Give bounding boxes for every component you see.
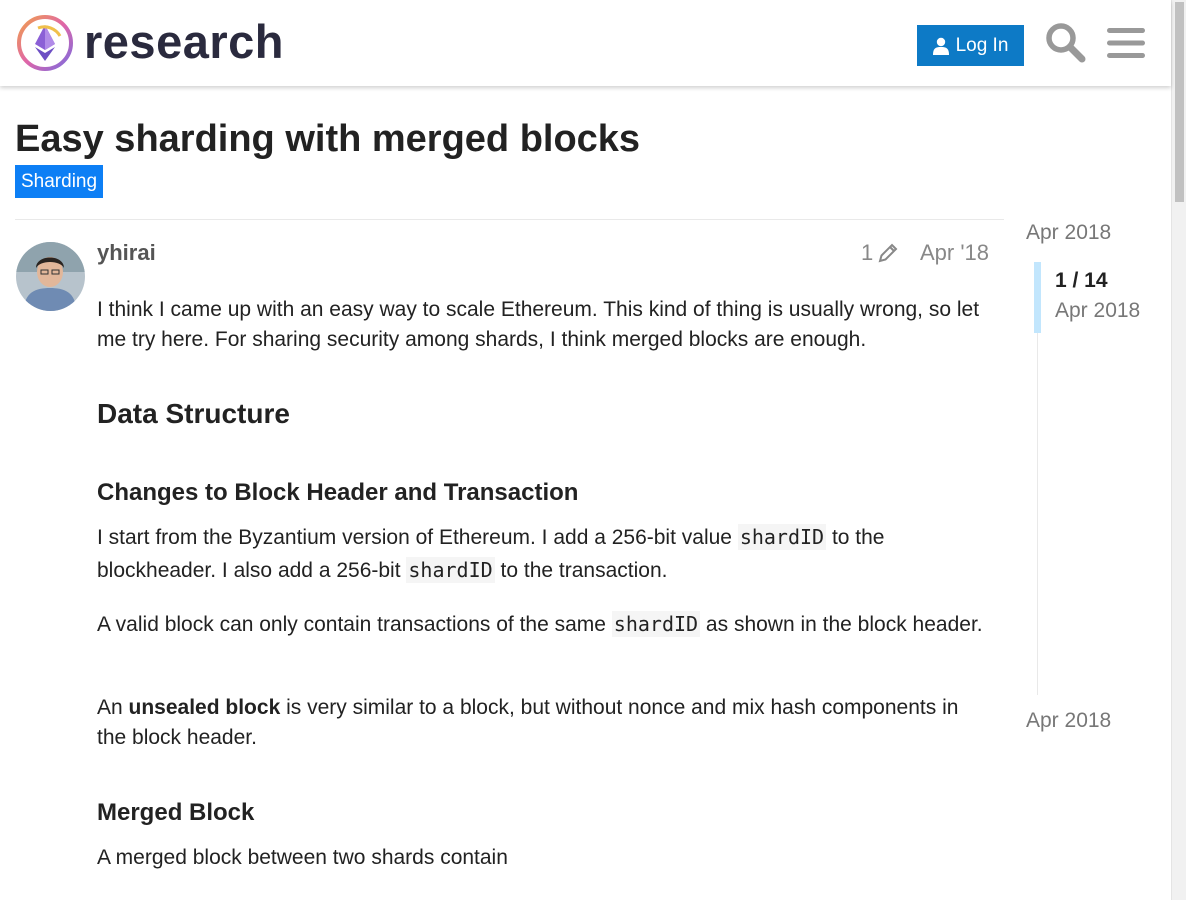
text-span: A valid block can only contain transacti…: [97, 613, 612, 636]
user-avatar-icon: [16, 242, 85, 311]
site-header: research Log In: [0, 0, 1171, 86]
pencil-icon: [878, 243, 898, 263]
inline-code: shardID: [737, 524, 827, 550]
text-span: I start from the Byzantium version of Et…: [97, 526, 738, 549]
post-paragraph: I think I came up with an easy way to sc…: [97, 298, 980, 351]
avatar[interactable]: [16, 242, 85, 311]
topic-title[interactable]: Easy sharding with merged blocks: [15, 118, 640, 161]
text-span: as shown in the block header.: [700, 613, 983, 636]
ethereum-research-logo-icon: [17, 15, 73, 71]
login-label: Log In: [955, 34, 1009, 56]
inline-code: shardID: [611, 611, 701, 637]
title-divider: [15, 219, 1004, 220]
text-span: An: [97, 696, 129, 719]
timeline-handle[interactable]: [1034, 262, 1041, 333]
timeline-position-date: Apr 2018: [1055, 299, 1141, 322]
inline-code: shardID: [406, 557, 495, 583]
timeline-end-date[interactable]: Apr 2018: [1026, 709, 1111, 733]
category-badge[interactable]: Sharding: [15, 165, 104, 198]
site-name: research: [84, 14, 284, 68]
edit-count: 1: [861, 240, 874, 265]
post-paragraph: A valid block can only contain transacti…: [97, 608, 987, 641]
hamburger-menu-icon[interactable]: [1107, 26, 1145, 60]
search-icon[interactable]: [1044, 21, 1086, 63]
post-paragraph: A merged block between two shards contai…: [97, 846, 508, 869]
page-scrollbar[interactable]: [1171, 0, 1186, 900]
heading-data-structure: Data Structure: [97, 398, 290, 429]
login-button[interactable]: Log In: [917, 25, 1024, 66]
post-paragraph: I start from the Byzantium version of Et…: [97, 521, 987, 587]
heading-changes: Changes to Block Header and Transaction: [97, 479, 579, 506]
post-date[interactable]: Apr '18: [920, 240, 989, 266]
post-paragraph: An unsealed block is very similar to a b…: [97, 693, 987, 753]
timeline-position[interactable]: 1 / 14: [1055, 269, 1108, 293]
text-span: to the transaction.: [494, 559, 668, 582]
bold-term: unsealed block: [128, 696, 281, 719]
heading-merged-block: Merged Block: [97, 799, 255, 826]
scrollbar-thumb[interactable]: [1175, 2, 1184, 202]
site-logo[interactable]: research: [16, 14, 284, 72]
timeline-start-date[interactable]: Apr 2018: [1026, 221, 1111, 245]
user-icon: [932, 37, 949, 55]
post-username[interactable]: yhirai: [97, 240, 156, 266]
edit-history-button[interactable]: 1: [861, 240, 899, 266]
